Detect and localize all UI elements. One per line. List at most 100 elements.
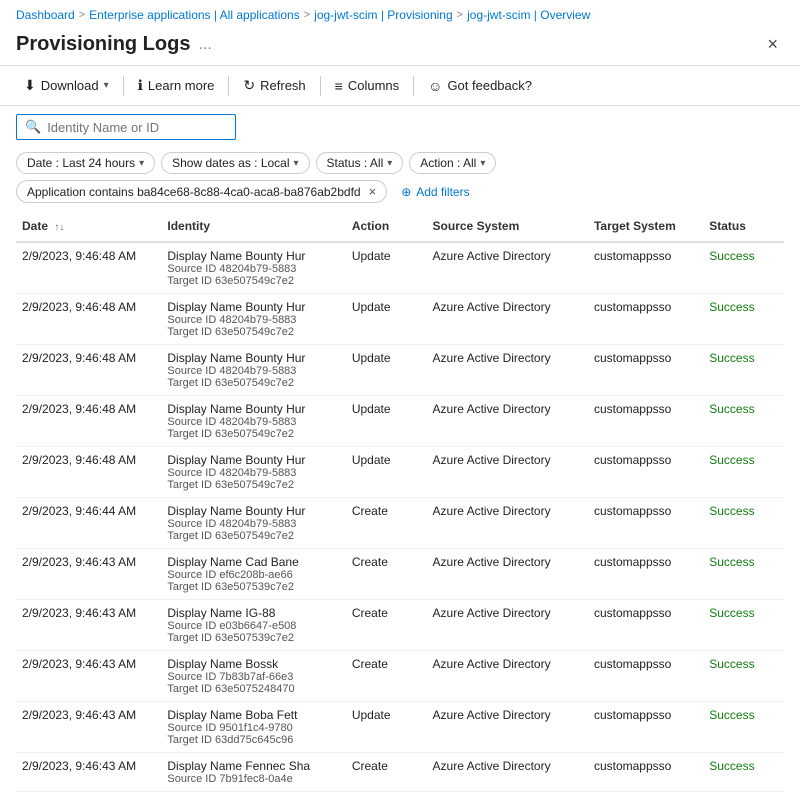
cell-action: Update	[346, 396, 427, 447]
cell-source-system: Azure Active Directory	[427, 396, 588, 447]
download-chevron-icon: ▾	[104, 80, 109, 91]
cell-date: 2/9/2023, 9:46:48 AM	[16, 447, 161, 498]
cell-source-system: Azure Active Directory	[427, 345, 588, 396]
header-ellipsis-menu[interactable]: ...	[198, 36, 211, 54]
info-icon: ℹ	[138, 77, 143, 94]
cell-identity: Display Name Bounty Hur Source ID 48204b…	[161, 345, 345, 396]
cell-status: Success	[703, 498, 784, 549]
cell-source-system: Azure Active Directory	[427, 549, 588, 600]
cell-target-system: customappsso	[588, 549, 703, 600]
date-filter-chip[interactable]: Date : Last 24 hours ▾	[16, 152, 155, 174]
page-title: Provisioning Logs	[16, 33, 190, 56]
table-header-row: Date ↑↓ Identity Action Source System Ta…	[16, 211, 784, 242]
learn-more-button[interactable]: ℹ Learn more	[130, 72, 223, 99]
download-button[interactable]: ⬇ Download ▾	[16, 72, 117, 99]
cell-identity: Display Name Bounty Hur Source ID 48204b…	[161, 294, 345, 345]
cell-date: 2/9/2023, 9:46:43 AM	[16, 549, 161, 600]
refresh-button[interactable]: ↻ Refresh	[235, 72, 313, 99]
table-row[interactable]: 2/9/2023, 9:46:43 AM Display Name Boba F…	[16, 702, 784, 753]
search-icon: 🔍	[25, 119, 41, 135]
cell-date: 2/9/2023, 9:46:48 AM	[16, 345, 161, 396]
table-row[interactable]: 2/9/2023, 9:46:43 AM Display Name Cad Ba…	[16, 549, 784, 600]
cell-identity: Display Name Cad Bane Source ID ef6c208b…	[161, 549, 345, 600]
table-row[interactable]: 2/9/2023, 9:46:48 AM Display Name Bounty…	[16, 242, 784, 294]
cell-identity: Display Name Bossk Source ID 7b83b7af-66…	[161, 651, 345, 702]
breadcrumb-enterprise-apps[interactable]: Enterprise applications | All applicatio…	[89, 8, 300, 22]
cell-source-system: Azure Active Directory	[427, 242, 588, 294]
table-row[interactable]: 2/9/2023, 9:46:48 AM Display Name Bounty…	[16, 447, 784, 498]
search-input[interactable]	[47, 120, 217, 135]
toolbar-separator-4	[413, 76, 414, 96]
cell-identity: Display Name Bounty Hur Source ID 48204b…	[161, 242, 345, 294]
cell-status: Success	[703, 396, 784, 447]
cell-date: 2/9/2023, 9:46:48 AM	[16, 396, 161, 447]
search-box[interactable]: 🔍	[16, 114, 236, 140]
cell-target-system: customappsso	[588, 651, 703, 702]
app-filter-chip-remove[interactable]: ×	[369, 184, 377, 199]
table-row[interactable]: 2/9/2023, 9:46:43 AM Display Name Bossk …	[16, 651, 784, 702]
date-sort-icon: ↑↓	[54, 222, 64, 233]
filter-chips-row: Date : Last 24 hours ▾ Show dates as : L…	[0, 148, 800, 211]
cell-source-system: Azure Active Directory	[427, 498, 588, 549]
toolbar: ⬇ Download ▾ ℹ Learn more ↻ Refresh ≡ Co…	[0, 66, 800, 106]
add-filter-button[interactable]: ⊕ Add filters	[393, 182, 477, 202]
col-header-date[interactable]: Date ↑↓	[16, 211, 161, 242]
cell-action: Create	[346, 498, 427, 549]
show-dates-filter-chip[interactable]: Show dates as : Local ▾	[161, 152, 309, 174]
feedback-button[interactable]: ☺ Got feedback?	[420, 73, 540, 99]
action-chip-chevron-icon: ▾	[480, 158, 485, 169]
toolbar-separator-1	[123, 76, 124, 96]
cell-target-system: customappsso	[588, 753, 703, 792]
table-row[interactable]: 2/9/2023, 9:46:44 AM Display Name Bounty…	[16, 498, 784, 549]
provisioning-logs-table-container: Date ↑↓ Identity Action Source System Ta…	[0, 211, 800, 792]
close-button[interactable]: ×	[761, 32, 784, 57]
action-filter-chip[interactable]: Action : All ▾	[409, 152, 496, 174]
cell-status: Success	[703, 600, 784, 651]
cell-target-system: customappsso	[588, 345, 703, 396]
breadcrumb-dashboard[interactable]: Dashboard	[16, 8, 75, 22]
refresh-icon: ↻	[243, 77, 255, 94]
table-row[interactable]: 2/9/2023, 9:46:43 AM Display Name Fennec…	[16, 753, 784, 792]
col-header-action: Action	[346, 211, 427, 242]
columns-button[interactable]: ≡ Columns	[327, 73, 407, 99]
cell-source-system: Azure Active Directory	[427, 651, 588, 702]
breadcrumb-overview[interactable]: jog-jwt-scim | Overview	[467, 8, 590, 22]
cell-status: Success	[703, 345, 784, 396]
table-row[interactable]: 2/9/2023, 9:46:48 AM Display Name Bounty…	[16, 396, 784, 447]
cell-status: Success	[703, 294, 784, 345]
date-chip-chevron-icon: ▾	[139, 158, 144, 169]
cell-source-system: Azure Active Directory	[427, 447, 588, 498]
cell-action: Update	[346, 242, 427, 294]
cell-target-system: customappsso	[588, 600, 703, 651]
cell-target-system: customappsso	[588, 242, 703, 294]
cell-action: Create	[346, 753, 427, 792]
cell-status: Success	[703, 549, 784, 600]
breadcrumb-provisioning[interactable]: jog-jwt-scim | Provisioning	[314, 8, 453, 22]
provisioning-logs-table: Date ↑↓ Identity Action Source System Ta…	[16, 211, 784, 792]
cell-status: Success	[703, 651, 784, 702]
col-header-target-system: Target System	[588, 211, 703, 242]
table-row[interactable]: 2/9/2023, 9:46:48 AM Display Name Bounty…	[16, 294, 784, 345]
cell-date: 2/9/2023, 9:46:43 AM	[16, 651, 161, 702]
page-header: Provisioning Logs ... ×	[0, 26, 800, 66]
columns-icon: ≡	[335, 78, 343, 94]
cell-target-system: customappsso	[588, 447, 703, 498]
col-header-source-system: Source System	[427, 211, 588, 242]
toolbar-separator-2	[228, 76, 229, 96]
cell-target-system: customappsso	[588, 396, 703, 447]
cell-date: 2/9/2023, 9:46:48 AM	[16, 242, 161, 294]
cell-action: Update	[346, 702, 427, 753]
table-row[interactable]: 2/9/2023, 9:46:48 AM Display Name Bounty…	[16, 345, 784, 396]
cell-action: Update	[346, 345, 427, 396]
status-filter-chip[interactable]: Status : All ▾	[316, 152, 404, 174]
add-filter-icon: ⊕	[401, 185, 411, 199]
table-row[interactable]: 2/9/2023, 9:46:43 AM Display Name IG-88 …	[16, 600, 784, 651]
cell-date: 2/9/2023, 9:46:43 AM	[16, 753, 161, 792]
cell-action: Update	[346, 447, 427, 498]
cell-source-system: Azure Active Directory	[427, 702, 588, 753]
cell-identity: Display Name Bounty Hur Source ID 48204b…	[161, 396, 345, 447]
cell-status: Success	[703, 753, 784, 792]
cell-date: 2/9/2023, 9:46:48 AM	[16, 294, 161, 345]
cell-identity: Display Name Bounty Hur Source ID 48204b…	[161, 498, 345, 549]
cell-status: Success	[703, 447, 784, 498]
